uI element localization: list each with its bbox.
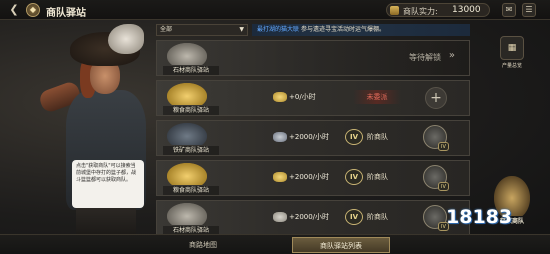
rank-badge: IV [345,129,363,145]
site-watermark: 18183 [446,206,513,228]
avatar-tier: IV [438,182,449,191]
grain-resource-icon [273,92,287,102]
menu-icon[interactable]: ☰ [522,3,536,17]
rank-badge: IV [345,209,363,225]
caravan-avatar[interactable]: IV [423,125,449,151]
stone-icon [167,43,207,65]
grain-resource-icon [273,172,287,182]
ore-resource-icon [273,132,287,142]
locked-bar: 等待解锁 » [267,41,469,75]
station-name: 粮食商队驿站 [163,186,219,195]
strength-label: 商队实力: [403,7,438,16]
character-legs [76,204,136,238]
caravan-leader-portrait: 点击"获取商队"可以接索当前城堡中存打的篮子都，战斗篮篮都可以获取商队。 [30,24,160,238]
grain-icon [167,163,207,185]
avatar-tier: IV [438,142,449,151]
bottom-tabbar: 商路地图 商队驿站列表 [0,234,550,254]
production-rate: +0/小时 [289,93,316,101]
production-rate: +2000/小时 [289,173,330,181]
station-row[interactable]: 铁矿商队驿站 +2000/小时 IV 阶商队 IV [156,120,470,156]
filter-row: 全部 ▼ 最打湖的猫大联 参与遗迹寻宝活动时运气爆棚。 [156,24,470,36]
caravan-strength: 商队实力: 13000 [386,3,490,17]
locked-text: 等待解锁 [409,53,441,62]
filter-selected: 全部 [160,26,173,33]
station-name: 铁矿商队驿站 [163,146,219,155]
station-row[interactable]: 石材商队驿站 +2000/小时 IV 阶商队 IV [156,200,470,236]
caravan-avatar[interactable]: IV [423,205,449,231]
unassigned-status: 未委派 [353,90,401,104]
output-overview-button[interactable]: ▦ [500,36,524,60]
station-row[interactable]: 石材商队驿站 等待解锁 » [156,40,470,76]
rank-label: 阶商队 [367,213,388,221]
production-rate: +2000/小时 [289,133,330,141]
station-row[interactable]: 粮食商队驿站 +0/小时 未委派 + [156,80,470,116]
notice-player: 最打湖的猫大联 [257,26,300,33]
top-bar: ❮ ◆ 商队驿站 商队实力: 13000 ✉ ☰ [0,0,550,20]
station-list: 全部 ▼ 最打湖的猫大联 参与遗迹寻宝活动时运气爆棚。 石材商队驿站 等待解锁 … [156,24,470,236]
rank-label: 阶商队 [367,133,388,141]
filter-dropdown[interactable]: 全部 ▼ [156,24,248,36]
tip-bubble: 点击"获取商队"可以接索当前城堡中存打的篮子都，战斗篮篮都可以获取商队。 [72,160,144,208]
tab-trade-route-map[interactable]: 商路地图 [154,237,252,253]
production-rate: +2000/小时 [289,213,330,221]
stone-icon [167,203,207,225]
page-title: 商队驿站 [46,8,86,19]
strength-value: 13000 [452,5,481,15]
notice-text: 参与遗迹寻宝活动时运气爆棚。 [300,26,385,33]
caravan-emblem-icon: ◆ [26,3,40,17]
ore-icon [167,123,207,145]
rank-label: 阶商队 [367,173,388,181]
station-name: 石材商队驿站 [163,66,219,75]
mail-icon[interactable]: ✉ [502,3,516,17]
chevron-down-icon: ▼ [239,26,244,33]
back-arrow-icon[interactable]: ❮ [6,3,22,17]
tab-station-list[interactable]: 商队驿站列表 [292,237,390,253]
stone-resource-icon [273,212,287,222]
grain-icon [167,83,207,105]
caravan-avatar[interactable]: IV [423,165,449,191]
station-row[interactable]: 粮食商队驿站 +2000/小时 IV 阶商队 IV [156,160,470,196]
output-overview-label: 产量总览 [501,63,522,69]
assign-caravan-button[interactable]: + [425,87,447,109]
character-feather [108,24,144,54]
double-chevron-icon: » [448,50,455,61]
station-name: 粮食商队驿站 [163,106,219,115]
notice-banner: 最打湖的猫大联 参与遗迹寻宝活动时运气爆棚。 [252,24,470,36]
rank-badge: IV [345,169,363,185]
strength-icon [390,6,399,15]
